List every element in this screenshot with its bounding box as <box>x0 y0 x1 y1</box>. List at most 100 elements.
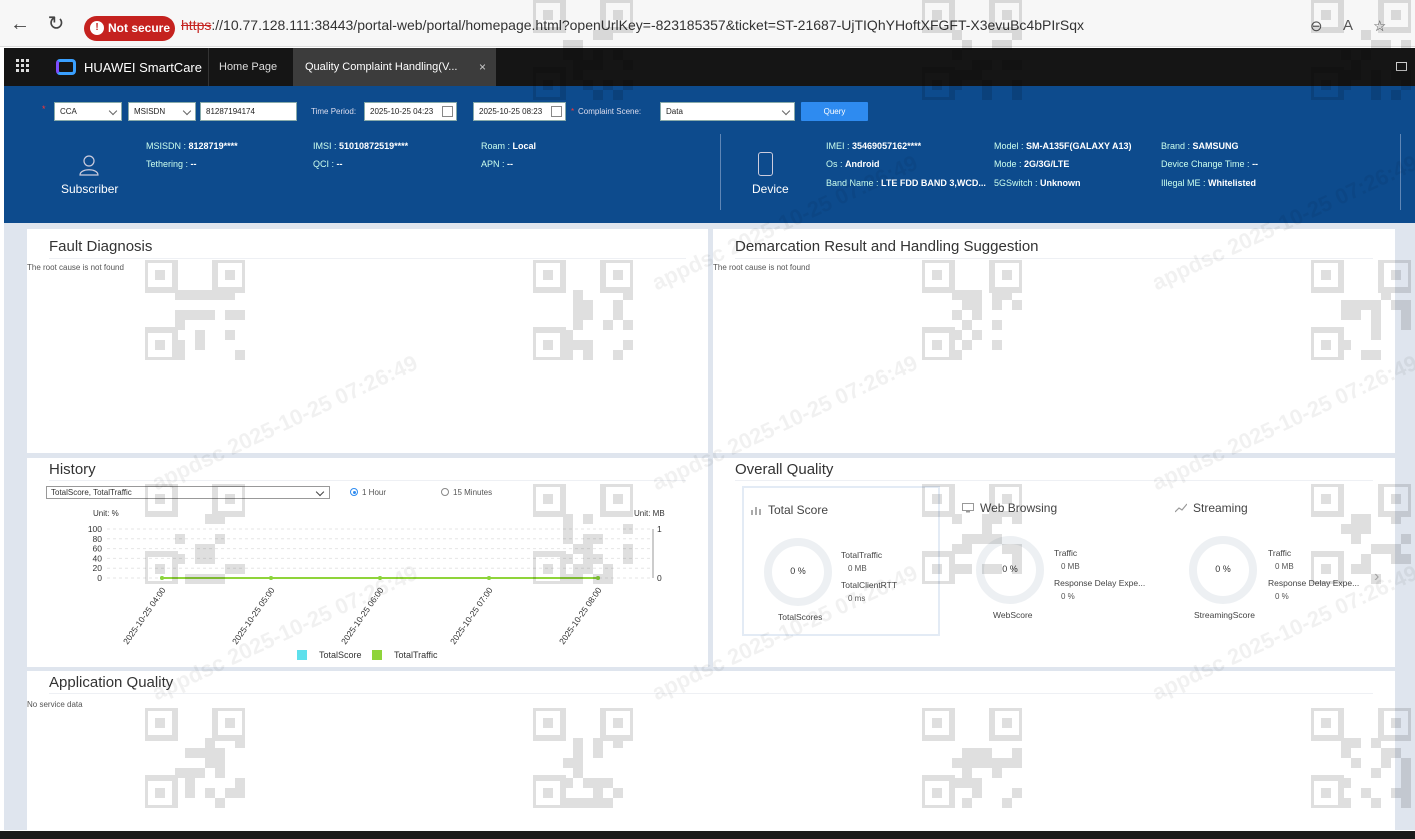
reload-icon[interactable]: ↻ <box>44 12 68 36</box>
x-tick-label: 2025-10-25 07:00 <box>448 585 495 646</box>
trend-chart-icon <box>1175 503 1187 513</box>
y-tick-label: 100 <box>88 524 102 534</box>
score-ring: 0 % <box>976 536 1044 604</box>
data-point <box>378 576 382 580</box>
field-illegal-me: Illegal ME : Whitelisted <box>1161 178 1257 188</box>
zoom-icon[interactable]: ⊖ <box>1310 17 1323 35</box>
data-point <box>160 576 164 580</box>
field-tethering: Tethering : -- <box>146 159 197 169</box>
close-icon[interactable]: × <box>479 48 486 86</box>
card-footer: StreamingScore <box>1194 610 1255 620</box>
not-secure-badge[interactable]: ! Not secure <box>84 16 175 41</box>
demarcation-panel: Demarcation Result and Handling Suggesti… <box>713 229 1395 453</box>
favorite-star-icon[interactable]: ☆ <box>1373 17 1386 35</box>
chevron-right-icon[interactable]: › <box>1374 568 1379 586</box>
id-type-select[interactable]: MSISDN <box>128 102 196 121</box>
chevron-down-icon <box>781 106 791 116</box>
metric-value: 0 MB <box>1061 562 1080 571</box>
field-model: Model : SM-A135F(GALAXY A13) <box>994 141 1132 151</box>
quality-card-streaming[interactable]: Streaming 0 % Traffic 0 MB Response Dela… <box>1169 486 1367 636</box>
phone-icon <box>758 152 773 176</box>
calendar-icon[interactable] <box>442 106 453 117</box>
tab-home-page[interactable]: Home Page <box>208 48 287 86</box>
data-point <box>596 576 600 580</box>
bar-chart-icon <box>751 507 761 515</box>
divider <box>1400 134 1401 210</box>
read-aloud-icon[interactable]: A <box>1343 17 1353 34</box>
y-tick-label: 80 <box>93 534 103 544</box>
legend-label: TotalTraffic <box>394 650 438 660</box>
chevron-down-icon <box>108 106 118 116</box>
fault-diagnosis-panel: Fault Diagnosis The root cause is not fo… <box>27 229 708 453</box>
field-imsi: IMSI : 51010872519**** <box>313 141 409 151</box>
taskbar <box>0 831 1415 839</box>
x-tick-label: 2025-10-25 06:00 <box>339 585 386 646</box>
device-label: Device <box>752 182 789 196</box>
card-footer: TotalScores <box>778 612 823 622</box>
back-icon[interactable]: ← <box>8 12 32 36</box>
card-footer: WebScore <box>993 610 1033 620</box>
app-grid-icon[interactable] <box>16 59 30 73</box>
msisdn-input[interactable]: 81287194174 <box>200 102 297 121</box>
metric-value: 0 MB <box>1275 562 1294 571</box>
field-5g-switch: 5GSwitch : Unknown <box>994 178 1081 188</box>
field-roam: Roam : Local <box>481 141 537 151</box>
calendar-icon[interactable] <box>551 106 562 117</box>
quality-card-total-score[interactable]: Total Score 0 % TotalTraffic 0 MB TotalC… <box>742 486 940 636</box>
required-marker: * <box>571 107 575 116</box>
query-button[interactable]: Query <box>801 102 868 121</box>
mail-icon[interactable] <box>1396 62 1407 71</box>
y-tick-label: 40 <box>93 553 103 563</box>
complaint-scene-select[interactable]: Data <box>660 102 795 121</box>
metric-label: Traffic <box>1054 548 1078 558</box>
url-scheme: https <box>181 17 212 33</box>
query-type-select[interactable]: CCA <box>54 102 122 121</box>
metric-label: TotalTraffic <box>841 550 883 560</box>
metric-value: 0 MB <box>848 564 867 573</box>
subscriber-label: Subscriber <box>61 182 119 196</box>
subscriber-header: * CCA MSISDN 81287194174 Time Period: 20… <box>4 86 1415 223</box>
empty-note: The root cause is not found <box>713 263 810 272</box>
required-marker: * <box>42 104 46 114</box>
y2-tick-label: 1 <box>657 524 662 534</box>
smartcare-logo-icon <box>56 59 76 75</box>
field-os: Os : Android <box>826 159 880 169</box>
score-ring: 0 % <box>1189 536 1257 604</box>
x-tick-label: 2025-10-25 08:00 <box>557 585 604 646</box>
field-imei: IMEI : 35469057162**** <box>826 141 922 151</box>
chevron-down-icon <box>182 106 192 116</box>
empty-note: The root cause is not found <box>27 263 124 272</box>
y-tick-label: 20 <box>93 563 103 573</box>
field-device-change-time: Device Change Time : -- <box>1161 159 1259 169</box>
field-msisdn: MSISDN : 8128719**** <box>146 141 238 151</box>
metric-value: 0 % <box>1061 592 1075 601</box>
complaint-scene-label: Complaint Scene: <box>578 107 642 116</box>
metric-value: 0 ms <box>848 594 866 603</box>
divider <box>720 134 721 210</box>
end-time-input[interactable]: 2025-10-25 08:23 <box>473 102 566 121</box>
start-time-input[interactable]: 2025-10-25 04:23 <box>364 102 457 121</box>
address-bar[interactable]: https://10.77.128.111:38443/portal-web/p… <box>181 17 1084 33</box>
tab-quality-complaint[interactable]: Quality Complaint Handling(V... × <box>293 48 496 86</box>
metric-label: Response Delay Expe... <box>1268 578 1360 588</box>
legend-swatch <box>372 650 382 660</box>
y-tick-label: 0 <box>97 573 102 583</box>
x-tick-label: 2025-10-25 04:00 <box>121 585 168 646</box>
card-title: Total Score <box>768 503 829 517</box>
url-path: ://10.77.128.111:38443/portal-web/portal… <box>211 17 1085 33</box>
history-panel: History TotalScore, TotalTraffic 1 Hour … <box>27 458 708 667</box>
divider <box>735 258 1373 259</box>
metric-value: 0 % <box>1275 592 1289 601</box>
quality-card-web-browsing[interactable]: Web Browsing 0 % Traffic 0 MB Response D… <box>956 486 1154 636</box>
divider <box>49 693 1373 694</box>
metric-label: TotalClientRTT <box>841 580 898 590</box>
history-chart: 100806040200102025-10-25 04:00 2025-10-25… <box>88 524 662 660</box>
empty-note: No service data <box>27 700 83 709</box>
card-title: Streaming <box>1193 501 1248 515</box>
divider <box>735 480 1373 481</box>
data-point <box>269 576 273 580</box>
field-qci: QCI : -- <box>313 159 343 169</box>
panel-title: Application Quality <box>49 674 174 691</box>
field-apn: APN : -- <box>481 159 514 169</box>
application-quality-panel: Application Quality No service data <box>27 671 1395 830</box>
